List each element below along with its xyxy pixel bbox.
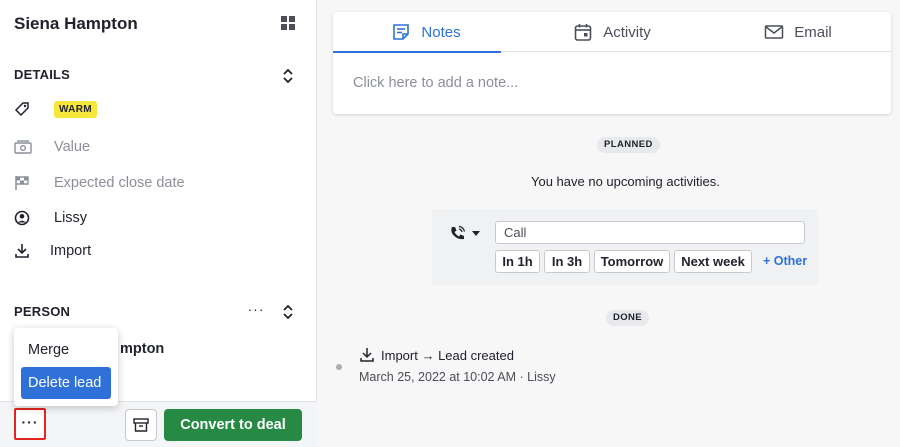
tab-email[interactable]: Email	[705, 12, 891, 52]
value-placeholder: Value	[54, 139, 91, 155]
close-date-placeholder: Expected close date	[54, 175, 185, 191]
tag-icon	[14, 100, 36, 118]
composer-tabs: Notes Activity Email	[333, 12, 891, 53]
envelope-icon	[764, 22, 784, 42]
more-actions-button[interactable]: ···	[14, 408, 46, 440]
tab-notes[interactable]: Notes	[333, 12, 519, 53]
user-circle-icon	[14, 209, 36, 227]
person-section-title: PERSON	[14, 304, 71, 319]
activity-subject-input[interactable]: Call	[495, 221, 805, 244]
person-more-button[interactable]: ···	[246, 302, 266, 320]
calendar-icon	[573, 22, 593, 42]
tab-notes-label: Notes	[421, 23, 461, 41]
details-section-title: DETAILS	[14, 67, 71, 82]
tab-activity[interactable]: Activity	[519, 12, 705, 52]
next-week-button[interactable]: Next week	[674, 250, 752, 273]
in-1h-button[interactable]: In 1h	[495, 250, 540, 273]
archive-button[interactable]	[125, 409, 157, 441]
more-actions-menu: Merge Delete lead	[14, 328, 118, 406]
in-3h-button[interactable]: In 3h	[544, 250, 590, 273]
source-field: Import	[14, 240, 91, 262]
lead-title: Siena Hampton	[14, 14, 138, 33]
history-event-meta: March 25, 2022 at 10:02 AM · Lissy	[359, 370, 556, 384]
done-label: DONE	[606, 310, 650, 326]
composer-card: Notes Activity Email Click here to add a…	[333, 12, 891, 114]
delete-lead-menu-item[interactable]: Delete lead	[21, 367, 111, 399]
flag-icon	[14, 174, 36, 192]
label-badge: WARM	[54, 100, 97, 118]
person-expand-collapse-icon[interactable]	[282, 304, 294, 320]
no-activities-text: You have no upcoming activities.	[531, 174, 720, 189]
phone-icon	[451, 225, 466, 240]
note-input[interactable]: Click here to add a note...	[353, 75, 518, 91]
person-name[interactable]: mpton	[120, 341, 164, 357]
history-event-text: Import → Lead created	[381, 347, 514, 363]
convert-to-deal-button[interactable]: Convert to deal	[164, 409, 302, 441]
tab-email-label: Email	[794, 23, 832, 41]
other-time-link[interactable]: + Other	[763, 254, 807, 268]
value-field[interactable]: Value	[14, 136, 90, 158]
download-icon	[14, 242, 36, 260]
activity-type-dropdown[interactable]	[449, 225, 483, 241]
source-value: Import	[50, 243, 92, 259]
archive-icon	[133, 418, 149, 432]
planned-label: PLANNED	[597, 137, 660, 153]
merge-menu-item[interactable]: Merge	[28, 342, 69, 358]
owner-name: Lissy	[54, 210, 88, 226]
caret-down-icon	[472, 231, 480, 236]
tab-activity-label: Activity	[603, 23, 651, 41]
tomorrow-button[interactable]: Tomorrow	[594, 250, 670, 273]
expand-collapse-icon[interactable]	[282, 68, 294, 84]
close-date-field[interactable]: Expected close date	[14, 172, 185, 194]
money-icon	[14, 138, 36, 156]
history-event-title: Import → Lead created	[359, 347, 514, 363]
label-field[interactable]: WARM	[14, 98, 97, 120]
timeline-dot	[336, 364, 342, 370]
grid-view-icon[interactable]	[281, 16, 295, 30]
note-icon	[391, 22, 411, 42]
owner-field[interactable]: Lissy	[14, 207, 87, 229]
download-icon	[359, 347, 375, 363]
